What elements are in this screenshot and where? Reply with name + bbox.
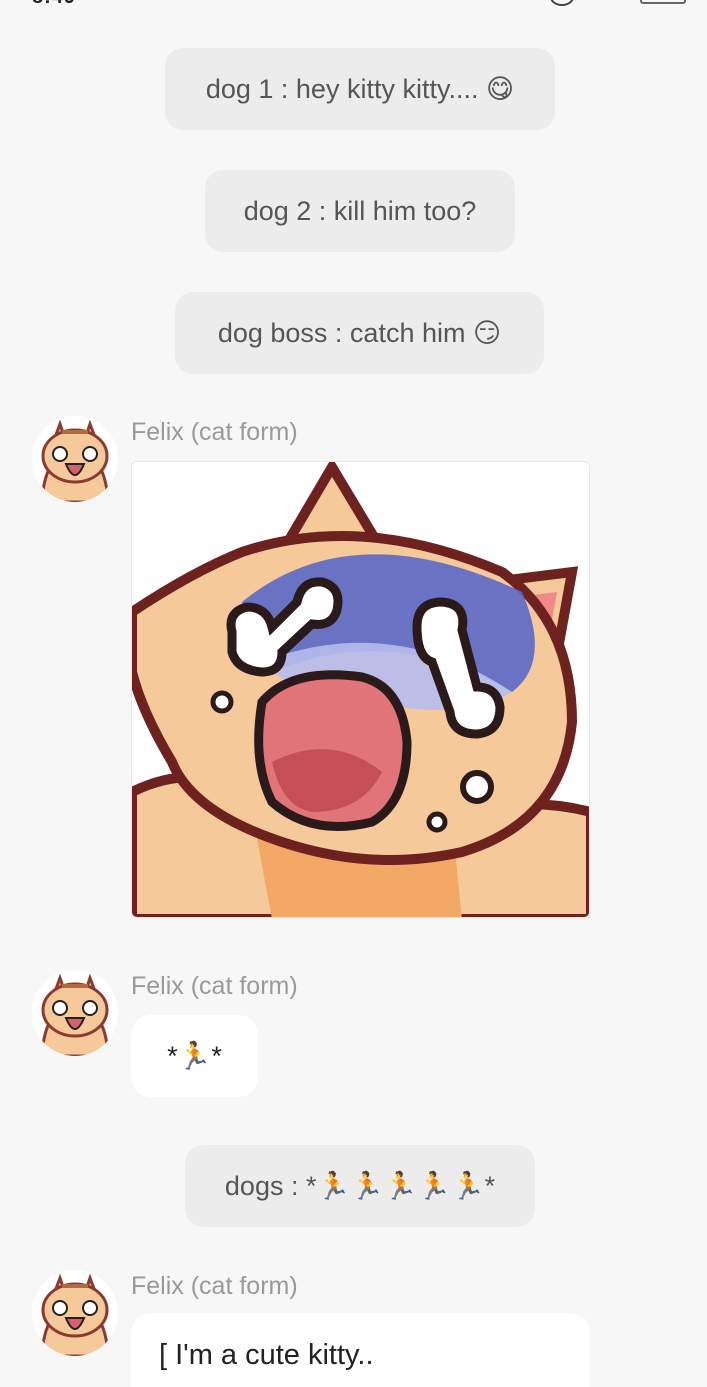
message-bubble[interactable]: [ I'm a cute kitty.. bbox=[131, 1313, 590, 1387]
status-bar: 8:49 19 bbox=[0, 0, 707, 8]
narration-text: dog 2 : kill him too? bbox=[243, 195, 477, 226]
yum-emoji-icon: 😋 bbox=[485, 73, 515, 105]
running-person-icon: 🏃 bbox=[177, 1041, 212, 1072]
battery-percent: 19 bbox=[606, 0, 620, 1]
battery-icon bbox=[640, 0, 686, 4]
image-message[interactable] bbox=[131, 461, 590, 918]
running-people-icon: 🏃🏃🏃🏃🏃 bbox=[316, 1171, 485, 1202]
avatar[interactable] bbox=[32, 416, 118, 502]
narration-bubble: dogs : * 🏃🏃🏃🏃🏃 * bbox=[185, 1145, 535, 1227]
narration-bubble: dog 2 : kill him too? bbox=[205, 170, 515, 252]
message-text: [ I'm a cute kitty.. bbox=[159, 1339, 374, 1371]
narration-text: dog 1 : hey kitty kitty.... bbox=[205, 73, 479, 104]
smirk-emoji-icon: 😏 bbox=[473, 317, 502, 349]
message-prefix: * bbox=[167, 1040, 178, 1071]
avatar[interactable] bbox=[32, 970, 118, 1056]
sender-name: Felix (cat form) bbox=[131, 418, 298, 446]
sender-name: Felix (cat form) bbox=[131, 972, 298, 1000]
narration-bubble: dog boss : catch him 😏 bbox=[175, 292, 544, 374]
chat-screen: 8:49 19 dog 1 : hey kitty kitty.... 😋 do… bbox=[0, 0, 707, 1387]
status-time: 8:49 bbox=[32, 0, 76, 9]
sender-name: Felix (cat form) bbox=[131, 1272, 298, 1300]
narration-text: dog boss : catch him bbox=[217, 317, 466, 348]
message-suffix: * bbox=[211, 1040, 222, 1071]
narration-bubble: dog 1 : hey kitty kitty.... 😋 bbox=[165, 48, 555, 130]
narration-text: dogs : * bbox=[224, 1170, 317, 1201]
narration-suffix: * bbox=[484, 1170, 496, 1201]
avatar[interactable] bbox=[32, 1270, 118, 1356]
crying-cat-sticker-icon bbox=[132, 462, 589, 917]
message-bubble[interactable]: * 🏃 * bbox=[131, 1015, 258, 1097]
alarm-icon bbox=[550, 0, 574, 6]
